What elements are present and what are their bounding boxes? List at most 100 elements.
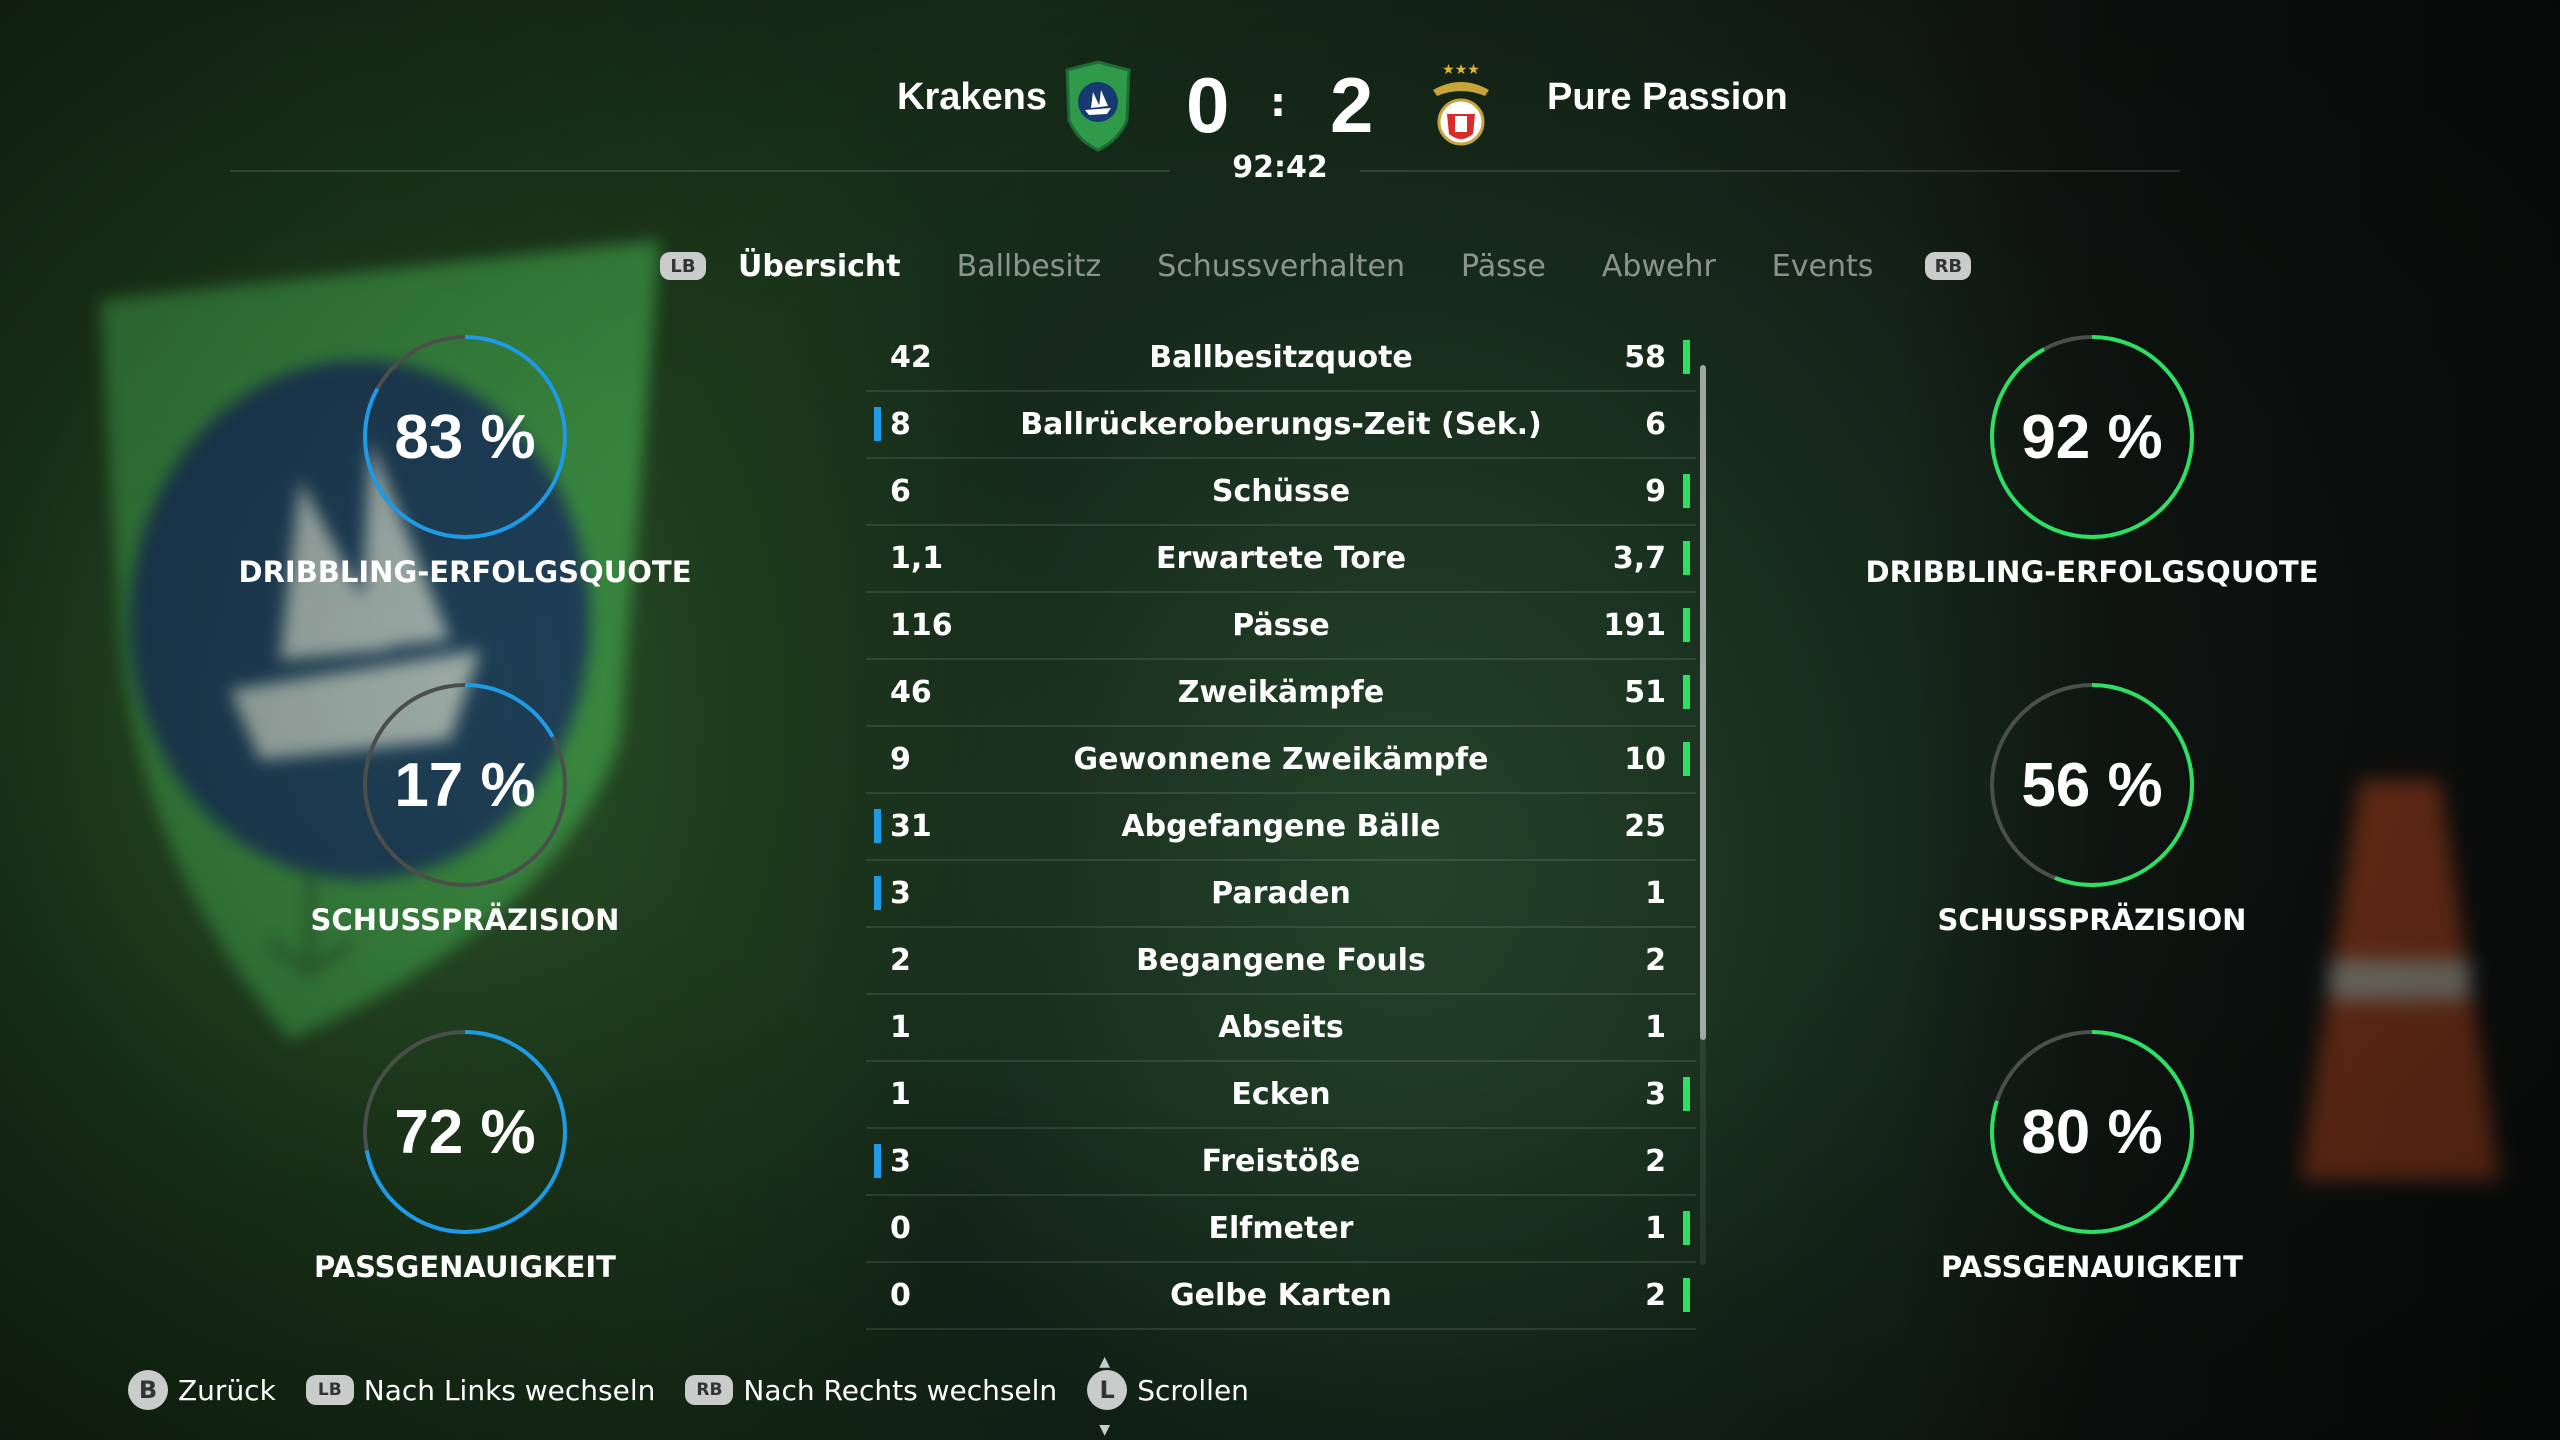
stat-row: 6 Schüsse 9 — [866, 459, 1696, 526]
home-gauge-pass-label: PASSGENAUIGKEIT — [314, 1250, 616, 1284]
stat-home-value: 8 — [890, 407, 911, 442]
stat-away-value: 1 — [1645, 1211, 1666, 1246]
home-team-name: Krakens — [897, 76, 1047, 118]
stat-row: 116 Pässe 191 — [866, 593, 1696, 660]
stat-home-value: 2 — [890, 943, 911, 978]
stat-row: 0 Elfmeter 1 — [866, 1196, 1696, 1263]
home-team-crest-icon — [1065, 60, 1131, 152]
lb-button-icon: LB — [305, 1375, 354, 1405]
home-score: 0 — [1186, 61, 1230, 149]
home-gauge-schuss-value: 17 % — [394, 750, 536, 820]
stat-label: Begangene Fouls — [1136, 943, 1426, 978]
home-gauge-schuss: 17 % — [355, 675, 575, 895]
scroll-action[interactable]: ▲ L ▼ Scrollen — [1087, 1354, 1249, 1438]
scroll-up-arrow-icon: ▲ — [1099, 1354, 1110, 1370]
home-gauge-dribbling-value: 83 % — [394, 402, 536, 472]
l-stick-icon: L — [1087, 1370, 1128, 1410]
stat-label: Elfmeter — [1208, 1211, 1354, 1246]
home-gauge-pass: 72 % — [355, 1022, 575, 1242]
away-gauge-pass: 80 % — [1982, 1022, 2202, 1242]
stat-home-value: 1 — [890, 1077, 911, 1112]
match-stats-table[interactable]: 42 Ballbesitzquote 58 8 Ballrückeroberungs-Z… — [866, 325, 1696, 1330]
stat-row: 9 Gewonnene Zweikämpfe 10 — [866, 727, 1696, 794]
svg-text:★★★: ★★★ — [1442, 62, 1480, 78]
tab-paesse[interactable]: Pässe — [1461, 249, 1546, 284]
away-team-crest-icon: ★★★ — [1433, 62, 1489, 146]
home-leader-bar — [874, 876, 881, 910]
stat-label: Ballrückeroberungs-Zeit (Sek.) — [1020, 407, 1542, 442]
header-divider-right — [1360, 170, 2180, 172]
stat-row: 31 Abgefangene Bälle 25 — [866, 794, 1696, 861]
stat-away-value: 2 — [1645, 1144, 1666, 1179]
tab-events[interactable]: Events — [1772, 249, 1874, 284]
away-team-name: Pure Passion — [1547, 76, 1788, 118]
back-label: Zurück — [178, 1373, 276, 1407]
away-leader-bar — [1683, 608, 1690, 642]
tab-abwehr[interactable]: Abwehr — [1602, 249, 1716, 284]
stat-away-value: 3,7 — [1612, 541, 1666, 576]
stat-away-value: 3 — [1645, 1077, 1666, 1112]
stat-home-value: 9 — [890, 742, 911, 777]
home-gauge-schuss-label: SCHUSSPRÄZISION — [310, 903, 620, 937]
scroll-label: Scrollen — [1137, 1373, 1249, 1407]
away-gauge-dribbling: 92 % — [1982, 327, 2202, 547]
stat-label: Paraden — [1211, 876, 1351, 911]
away-gauge-schuss-value: 56 % — [2021, 750, 2163, 820]
stat-label: Gewonnene Zweikämpfe — [1073, 742, 1489, 777]
stat-label: Pässe — [1232, 608, 1330, 643]
stat-away-value: 1 — [1645, 876, 1666, 911]
away-leader-bar — [1683, 474, 1690, 508]
stat-label: Gelbe Karten — [1170, 1278, 1392, 1313]
stat-home-value: 31 — [890, 809, 932, 844]
switch-right-action[interactable]: RB Nach Rechts wechseln — [685, 1374, 1057, 1407]
switch-left-action[interactable]: LB Nach Links wechseln — [305, 1373, 656, 1407]
stats-scrollbar-thumb[interactable] — [1700, 365, 1706, 1040]
stat-label: Schüsse — [1211, 474, 1351, 509]
stat-row: 42 Ballbesitzquote 58 — [866, 325, 1696, 392]
stat-away-value: 2 — [1645, 1278, 1666, 1313]
away-gauge-schuss-label: SCHUSSPRÄZISION — [1937, 903, 2247, 937]
away-leader-bar — [1683, 1077, 1690, 1111]
stat-away-value: 10 — [1624, 742, 1666, 777]
away-gauge-dribbling-value: 92 % — [2021, 402, 2163, 472]
stat-away-value: 9 — [1645, 474, 1666, 509]
stat-home-value: 3 — [890, 1144, 911, 1179]
stat-home-value: 42 — [890, 340, 932, 375]
stat-away-value: 2 — [1645, 943, 1666, 978]
stat-row: 3 Freistöße 2 — [866, 1129, 1696, 1196]
tab-uebersicht[interactable]: Übersicht — [738, 249, 901, 284]
stat-home-value: 3 — [890, 876, 911, 911]
stat-home-value: 116 — [890, 608, 953, 643]
stat-label: Ballbesitzquote — [1149, 340, 1413, 375]
stat-home-value: 0 — [890, 1278, 911, 1313]
home-leader-bar — [874, 1144, 881, 1178]
rb-button-icon[interactable]: RB — [1925, 252, 1972, 280]
stat-home-value: 6 — [890, 474, 911, 509]
lb-button-icon[interactable]: LB — [660, 252, 706, 280]
away-gauge-schuss: 56 % — [1982, 675, 2202, 895]
tab-schussverhalten[interactable]: Schussverhalten — [1157, 249, 1405, 284]
b-button-icon: B — [128, 1370, 168, 1410]
stat-label: Ecken — [1231, 1077, 1331, 1112]
scroll-down-arrow-icon: ▼ — [1099, 1422, 1110, 1438]
stat-row: 46 Zweikämpfe 51 — [866, 660, 1696, 727]
stats-tab-bar: LB Übersicht Ballbesitz Schussverhalten … — [660, 244, 1972, 288]
home-gauge-pass-value: 72 % — [394, 1097, 536, 1167]
away-leader-bar — [1683, 1278, 1690, 1312]
home-leader-bar — [874, 809, 881, 843]
away-leader-bar — [1683, 742, 1690, 776]
switch-left-label: Nach Links wechseln — [363, 1373, 656, 1407]
stat-row: 2 Begangene Fouls 2 — [866, 928, 1696, 995]
home-gauge-dribbling: 83 % — [355, 327, 575, 547]
stat-away-value: 191 — [1603, 608, 1666, 643]
rb-button-icon: RB — [685, 1375, 734, 1405]
stat-label: Zweikämpfe — [1177, 675, 1385, 710]
score-separator: : — [1270, 80, 1286, 126]
back-action[interactable]: B Zurück — [128, 1370, 276, 1410]
stat-away-value: 51 — [1624, 675, 1666, 710]
stat-home-value: 1,1 — [890, 541, 944, 576]
stat-home-value: 46 — [890, 675, 932, 710]
tab-ballbesitz[interactable]: Ballbesitz — [957, 249, 1102, 284]
stat-label: Erwartete Tore — [1155, 541, 1407, 576]
stat-label: Freistöße — [1201, 1144, 1361, 1179]
